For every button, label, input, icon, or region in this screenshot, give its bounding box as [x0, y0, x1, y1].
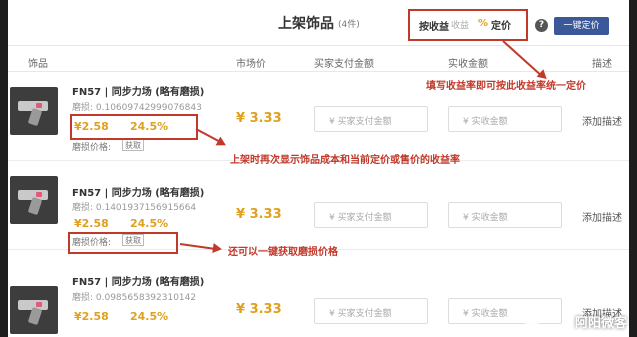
- item-thumbnail: [10, 176, 58, 224]
- market-price: ¥ 3.33: [236, 111, 282, 126]
- col-received: 实收金额: [448, 59, 488, 70]
- item-cost: ¥2.58: [74, 310, 109, 323]
- wear-price-highlight-box: [68, 232, 178, 254]
- item-profit-rate: 24.5%: [130, 217, 169, 230]
- watermark-icon: [525, 315, 539, 329]
- received-input[interactable]: ¥ 实收金额: [448, 106, 562, 132]
- right-backdrop: [629, 0, 637, 337]
- received-input[interactable]: ¥ 实收金额: [448, 202, 562, 228]
- item-profit-rate: 24.5%: [130, 310, 169, 323]
- help-icon[interactable]: ?: [535, 19, 548, 32]
- item-name: FN57 | 同步力场 (略有磨损): [72, 87, 205, 98]
- profit-rate-input[interactable]: 收益: [451, 16, 481, 32]
- annotation-pricing: 填写收益率即可按此收益率统一定价: [426, 81, 586, 92]
- market-price: ¥ 3.33: [236, 302, 282, 317]
- item-count: (4件): [338, 20, 360, 30]
- item-name: FN57 | 同步力场 (略有磨损): [72, 188, 205, 199]
- col-item: 饰品: [28, 59, 48, 70]
- item-float: 磨损: 0.10609742999076843: [72, 103, 202, 113]
- modal-title: 上架饰品: [278, 16, 334, 32]
- onekey-pricing-button[interactable]: 一键定价: [554, 17, 609, 35]
- percent-sign: %: [478, 18, 489, 29]
- modal-header: 上架饰品 (4件) 按收益 收益 % 定价 ? 一键定价: [8, 0, 629, 46]
- add-description-link[interactable]: 添加描述: [582, 113, 622, 128]
- buyer-pays-input[interactable]: ¥ 买家支付金额: [314, 298, 428, 324]
- wear-arrow-head: [212, 243, 223, 255]
- fetch-wear-price-button[interactable]: 获取: [122, 139, 144, 151]
- add-description-link[interactable]: 添加描述: [582, 209, 622, 224]
- buyer-pays-input[interactable]: ¥ 买家支付金额: [314, 202, 428, 228]
- item-thumbnail: [10, 87, 58, 135]
- left-backdrop: [0, 0, 8, 337]
- col-description: 描述: [592, 59, 612, 70]
- wear-price-label: 磨损价格:: [72, 143, 112, 153]
- annotation-cost: 上架时再次显示饰品成本和当前定价或售价的收益率: [230, 155, 460, 166]
- col-market-price: 市场价: [236, 59, 266, 70]
- cost-rate-highlight-box: [70, 114, 198, 140]
- annotation-wear: 还可以一键获取磨损价格: [228, 247, 338, 258]
- watermark: 阿阳微客: [574, 316, 627, 331]
- item-float: 磨损: 0.0985658392310142: [72, 293, 197, 303]
- item-thumbnail: [10, 286, 58, 334]
- listing-modal: 上架饰品 (4件) 按收益 收益 % 定价 ? 一键定价 饰品 市场价 买家支付…: [8, 0, 629, 337]
- buyer-pays-input[interactable]: ¥ 买家支付金额: [314, 106, 428, 132]
- item-name: FN57 | 同步力场 (略有磨损): [72, 277, 205, 288]
- col-buyer-pays: 买家支付金额: [314, 59, 374, 70]
- price-button[interactable]: 定价: [491, 17, 511, 32]
- pricing-mode-label: 按收益: [419, 22, 449, 33]
- market-price: ¥ 3.33: [236, 207, 282, 222]
- received-input[interactable]: ¥ 实收金额: [448, 298, 562, 324]
- item-float: 磨损: 0.1401937156915664: [72, 203, 197, 213]
- item-cost: ¥2.58: [74, 217, 109, 230]
